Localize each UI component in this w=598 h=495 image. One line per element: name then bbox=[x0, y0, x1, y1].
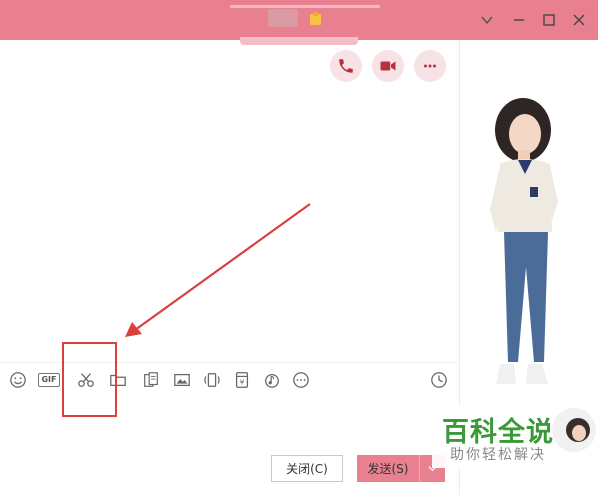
image-icon[interactable] bbox=[171, 369, 193, 391]
emoji-icon[interactable] bbox=[7, 369, 29, 391]
video-call-button[interactable] bbox=[372, 50, 404, 82]
yuan-symbol: ¥ bbox=[240, 378, 245, 387]
gif-label: GIF bbox=[38, 373, 60, 387]
gif-icon[interactable]: GIF bbox=[38, 369, 60, 391]
doc-icon[interactable] bbox=[140, 369, 162, 391]
contact-badge-icon bbox=[308, 11, 324, 27]
video-camera-icon bbox=[380, 61, 396, 71]
chevron-down-icon[interactable] bbox=[476, 10, 498, 30]
close-button[interactable]: 关闭(C) bbox=[271, 455, 343, 482]
voice-call-button[interactable] bbox=[330, 50, 362, 82]
minimize-icon[interactable] bbox=[508, 10, 530, 30]
more-icon[interactable] bbox=[290, 369, 312, 391]
phone-icon bbox=[339, 59, 353, 73]
red-packet-icon[interactable]: ¥ bbox=[231, 369, 253, 391]
watermark-avatar bbox=[552, 408, 596, 452]
watermark-subtitle: 助你轻松解决 bbox=[450, 447, 546, 463]
clock-icon[interactable] bbox=[428, 369, 450, 391]
more-dots-icon bbox=[424, 64, 436, 68]
close-icon[interactable] bbox=[568, 10, 590, 30]
maximize-icon[interactable] bbox=[538, 10, 560, 30]
character-avatar-image bbox=[490, 98, 558, 384]
music-icon[interactable] bbox=[261, 369, 283, 391]
send-button[interactable]: 发送(S) bbox=[357, 455, 419, 482]
annotation-highlight-box bbox=[62, 342, 117, 417]
shake-icon[interactable] bbox=[201, 369, 223, 391]
title-bar[interactable] bbox=[0, 0, 598, 40]
title-decoration bbox=[230, 5, 380, 8]
contact-avatar[interactable] bbox=[268, 9, 298, 27]
more-button[interactable] bbox=[414, 50, 446, 82]
message-history[interactable] bbox=[0, 90, 458, 360]
title-tab-strip bbox=[240, 37, 358, 45]
